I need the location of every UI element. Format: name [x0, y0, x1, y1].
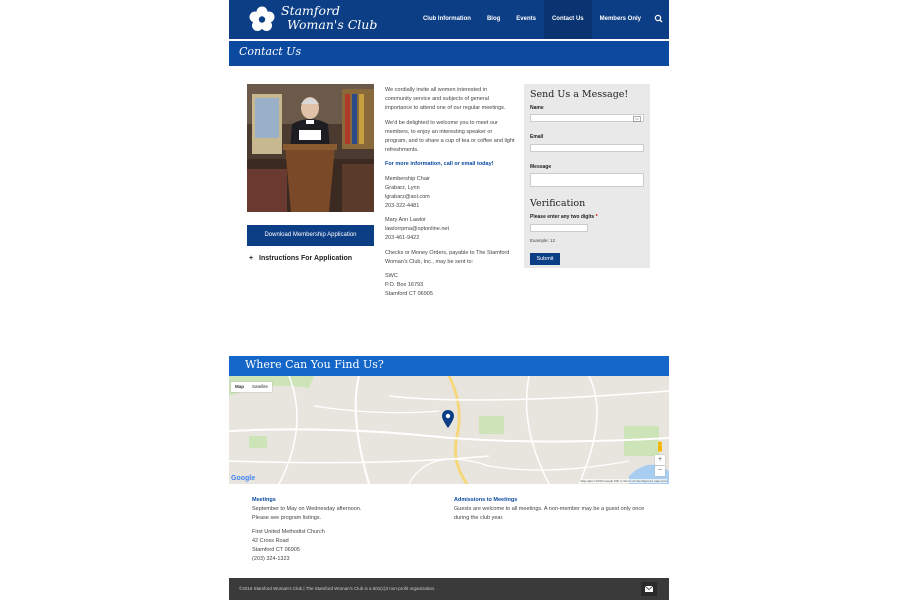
- venue-line1: First United Methodist Church: [252, 529, 325, 535]
- email-field[interactable]: [530, 144, 644, 152]
- meetings-line2: Please see program listings.: [252, 515, 322, 521]
- nav-members-only[interactable]: Members Only: [592, 0, 649, 39]
- site-header: Stamford Woman's Club Club Information B…: [229, 0, 669, 39]
- contact2-phone: 203-461-9422: [385, 235, 420, 241]
- zoom-in-button[interactable]: +: [655, 455, 665, 465]
- meetings-line1: September to May on Wednesday afternoon.: [252, 506, 362, 512]
- search-button[interactable]: [649, 0, 669, 39]
- speaker-photo-image: [247, 84, 374, 212]
- welcome-paragraph: We'd be delighted to welcome you to meet…: [385, 119, 515, 153]
- meetings-title: Meetings: [252, 497, 276, 503]
- verification-label: Please enter any two digits *: [530, 214, 598, 220]
- logo-line-1: Stamford: [281, 3, 341, 18]
- instructions-label: Instructions For Application: [259, 255, 353, 262]
- nav-blog[interactable]: Blog: [479, 0, 508, 39]
- name-label: Name: [530, 105, 544, 111]
- map-attribution[interactable]: Map data ©2016 Google 500 m Terms of Use…: [580, 479, 667, 483]
- verification-example: Example: 12: [530, 238, 556, 243]
- nav-events[interactable]: Events: [508, 0, 544, 39]
- map-pin-icon[interactable]: [442, 410, 454, 428]
- logo-line-2: Woman's Club: [287, 17, 378, 32]
- autofill-icon: [633, 115, 641, 122]
- map-canvas[interactable]: [229, 376, 669, 484]
- site-logo-text[interactable]: Stamford Woman's Club: [281, 4, 377, 32]
- checks-paragraph: Checks or Money Orders, payable to The S…: [385, 249, 510, 265]
- where-title-bar: Where Can You Find Us?: [229, 356, 669, 376]
- page-title-bar: Contact Us: [229, 41, 669, 66]
- map-tab[interactable]: Map: [231, 382, 248, 392]
- address-line-1: SWC: [385, 273, 398, 279]
- contact2-email-link[interactable]: lawlorrpma@optonline.net: [385, 226, 449, 232]
- zoom-out-button[interactable]: −: [655, 466, 665, 476]
- required-mark: *: [595, 214, 598, 220]
- address-line-2: P.O. Box 16793: [385, 282, 424, 288]
- verification-field[interactable]: [530, 224, 588, 232]
- instructions-toggle[interactable]: + Instructions For Application: [249, 255, 352, 262]
- verification-title: Verification: [530, 198, 586, 209]
- page-title: Contact Us: [239, 45, 302, 58]
- google-logo: Google: [231, 475, 256, 482]
- admissions-block: Admissions to Meetings Guests are welcom…: [454, 496, 654, 523]
- site-footer: ©2016 Stamford Woman's Club | The Stamfo…: [229, 578, 669, 600]
- speaker-photo: [247, 84, 374, 212]
- main-nav: Club Information Blog Events Contact Us …: [415, 0, 669, 39]
- contact1-email-link[interactable]: lgrabarz@aol.com: [385, 194, 430, 200]
- nav-club-information[interactable]: Club Information: [415, 0, 479, 39]
- nav-contact-us[interactable]: Contact Us: [543, 0, 592, 39]
- contact1-name: Grabarz, Lynn: [385, 184, 420, 191]
- envelope-icon: [644, 585, 654, 592]
- name-field[interactable]: [530, 114, 644, 122]
- email-button[interactable]: [641, 582, 657, 596]
- contact-1: Membership Chair Grabarz, Lynn lgrabarz@…: [385, 175, 515, 211]
- contact-form: Send Us a Message! Name Email Message Ve…: [524, 84, 650, 268]
- download-application-button[interactable]: Download Membership Application: [247, 225, 374, 246]
- map-type-control: Map Satellite: [231, 382, 273, 392]
- search-icon: [654, 14, 663, 23]
- address-line-3: Stamford CT 06905: [385, 291, 433, 297]
- message-field[interactable]: [530, 173, 644, 187]
- pegman-icon[interactable]: [656, 441, 664, 453]
- where-title: Where Can You Find Us?: [245, 358, 384, 371]
- verification-label-text: Please enter any two digits: [530, 214, 595, 220]
- venue-line2: 42 Cross Road: [252, 538, 289, 544]
- venue-line3: Stamford CT 06905: [252, 547, 300, 553]
- footer-copyright: ©2016 Stamford Woman's Club | The Stamfo…: [239, 586, 436, 591]
- page: Stamford Woman's Club Club Information B…: [229, 0, 669, 600]
- satellite-tab[interactable]: Satellite: [248, 382, 272, 392]
- flower-logo-icon[interactable]: [247, 4, 277, 34]
- contact1-title: Membership Chair: [385, 175, 430, 182]
- admissions-title: Admissions to Meetings: [454, 497, 518, 503]
- contact-text: We cordially invite all women interested…: [385, 86, 515, 305]
- form-title: Send Us a Message!: [530, 89, 629, 100]
- venue-phone: (203) 324-1323: [252, 556, 290, 562]
- info-highlight: For more information, call or email toda…: [385, 161, 494, 167]
- plus-icon: +: [249, 255, 254, 262]
- contact2-name: Mary Ann Lawlor: [385, 217, 426, 223]
- admissions-text: Guests are welcome to all meetings. A no…: [454, 506, 645, 521]
- email-label: Email: [530, 134, 544, 140]
- submit-button[interactable]: Submit: [530, 253, 560, 265]
- meetings-block: Meetings September to May on Wednesday a…: [252, 496, 442, 569]
- mailing-address: SWC P.O. Box 16793 Stamford CT 06905: [385, 272, 515, 299]
- google-map[interactable]: Map Satellite Google + − Map data ©2016 …: [229, 376, 669, 484]
- message-label: Message: [530, 164, 552, 170]
- intro-paragraph: We cordially invite all women interested…: [385, 87, 506, 111]
- contact-2: Mary Ann Lawlor lawlorrpma@optonline.net…: [385, 216, 515, 243]
- contact1-phone: 203-322-4481: [385, 202, 420, 209]
